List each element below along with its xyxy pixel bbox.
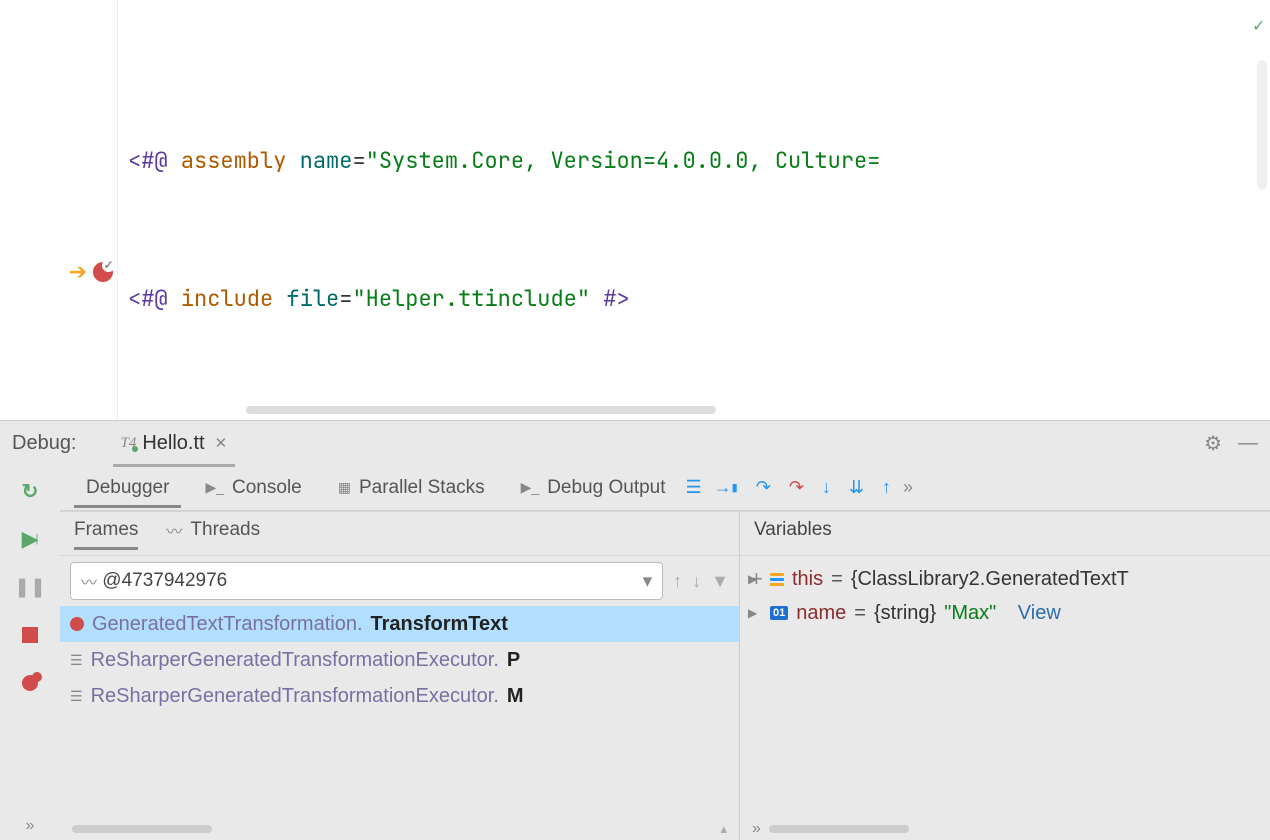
more-actions-icon[interactable]: » (903, 477, 913, 498)
code-line: <# (128, 414, 1270, 420)
code-line: <#@ include file="Helper.ttinclude" #> (128, 276, 1270, 322)
horizontal-scrollbar[interactable] (246, 406, 716, 414)
more-icon[interactable]: » (752, 820, 761, 838)
horizontal-scrollbar[interactable] (72, 825, 212, 833)
code-editor[interactable]: ✓ <#@ assembly name="System.Core, Versio… (118, 0, 1270, 420)
force-step-over-button[interactable]: ↷ (789, 477, 804, 498)
output-icon: ▶_ (521, 479, 540, 496)
scroll-up-button[interactable]: ▴ (720, 821, 727, 837)
tab-debugger[interactable]: Debugger (70, 469, 185, 507)
tab-threads[interactable]: 〰Threads (166, 518, 260, 550)
variable-row[interactable]: ▶ this = {ClassLibrary2.GeneratedTextT (748, 562, 1262, 596)
tool-window-title: Debug: (12, 432, 77, 455)
session-filename: Hello.tt (142, 432, 204, 455)
minimize-icon[interactable]: — (1238, 432, 1258, 455)
t4-file-icon: T4 (121, 435, 137, 452)
resume-button[interactable]: ▶| (16, 525, 44, 553)
more-icon[interactable]: » (16, 812, 44, 840)
thread-icon: 〰 (166, 518, 182, 542)
variables-list[interactable]: ▶ this = {ClassLibrary2.GeneratedTextT ▶… (740, 558, 1270, 634)
gear-icon[interactable]: ⚙ (1204, 431, 1222, 456)
settings-icon[interactable]: ☰ (686, 477, 702, 498)
tab-debug-output[interactable]: ▶_Debug Output (505, 469, 682, 507)
frame-row[interactable]: ☰ ReSharperGeneratedTransformationExecut… (60, 678, 739, 714)
step-over-button[interactable]: ↷ (756, 477, 771, 498)
object-icon (770, 572, 784, 587)
chevron-down-icon: ▾ (643, 570, 653, 593)
frame-row[interactable]: GeneratedTextTransformation.TransformTex… (60, 606, 739, 642)
show-execution-point-button[interactable]: →▮ (714, 477, 738, 498)
view-link[interactable]: View (1018, 602, 1061, 625)
editor-gutter: ➔ (0, 0, 118, 420)
directive-open: <#@ (128, 138, 168, 184)
frames-list[interactable]: GeneratedTextTransformation.TransformTex… (60, 606, 739, 714)
stop-button[interactable] (16, 621, 44, 649)
prev-frame-button[interactable]: ↑ (673, 571, 682, 592)
rerun-button[interactable]: ↻ (16, 477, 44, 505)
expand-icon[interactable]: ▶ (748, 606, 762, 620)
variables-pane: Variables + ▶ this = {ClassLibrary2.Gene… (740, 512, 1270, 840)
tab-parallel-stacks[interactable]: ▦Parallel Stacks (322, 469, 501, 507)
code-line: <#@ assembly name="System.Core, Version=… (128, 138, 1270, 184)
analysis-ok-icon: ✓ (1253, 3, 1264, 49)
stacks-icon: ▦ (338, 479, 351, 496)
frames-pane: Frames 〰Threads 〰 @4737942976 ▾ ↑ ↓ ▼ (60, 512, 740, 840)
next-frame-button[interactable]: ↓ (692, 571, 701, 592)
debug-toolbar: ↻ ▶| ❚❚ » (0, 465, 60, 840)
expand-icon[interactable]: ▶ (748, 572, 762, 586)
debug-session-tab[interactable]: T4 Hello.tt ✕ (111, 426, 238, 461)
console-icon: ▶_ (205, 479, 224, 496)
pause-button[interactable]: ❚❚ (16, 573, 44, 601)
breakpoints-button[interactable] (16, 669, 44, 697)
horizontal-scrollbar[interactable] (769, 825, 909, 833)
breakpoint-dot-icon (70, 617, 84, 631)
debug-sub-tabs: Debugger ▶_Console ▦Parallel Stacks ▶_De… (60, 465, 1270, 511)
primitive-icon: 01 (770, 606, 788, 620)
thread-icon: 〰 (81, 569, 97, 593)
tab-console[interactable]: ▶_Console (189, 469, 317, 507)
vertical-scrollbar[interactable] (1257, 60, 1267, 190)
close-icon[interactable]: ✕ (215, 434, 228, 452)
debug-tool-window: Debug: T4 Hello.tt ✕ ⚙ — ↻ ▶| ❚❚ » Debug… (0, 420, 1270, 840)
gutter-current-line[interactable]: ➔ (0, 249, 113, 295)
step-into-button[interactable]: ↓ (822, 477, 831, 498)
stack-frame-icon: ☰ (70, 652, 83, 669)
variable-row[interactable]: ▶ 01 name = {string} "Max" View (748, 596, 1262, 630)
thread-selector[interactable]: 〰 @4737942976 ▾ (70, 562, 663, 600)
variables-title: Variables (754, 519, 832, 549)
step-out-button[interactable]: ↑ (882, 477, 891, 498)
breakpoint-icon[interactable] (93, 262, 113, 282)
stack-frame-icon: ☰ (70, 688, 83, 705)
frame-row[interactable]: ☰ ReSharperGeneratedTransformationExecut… (60, 642, 739, 678)
tab-frames[interactable]: Frames (74, 519, 138, 549)
filter-button[interactable]: ▼ (711, 571, 729, 592)
execution-pointer-icon: ➔ (69, 259, 87, 285)
smart-step-into-button[interactable]: ⇊ (849, 477, 864, 498)
